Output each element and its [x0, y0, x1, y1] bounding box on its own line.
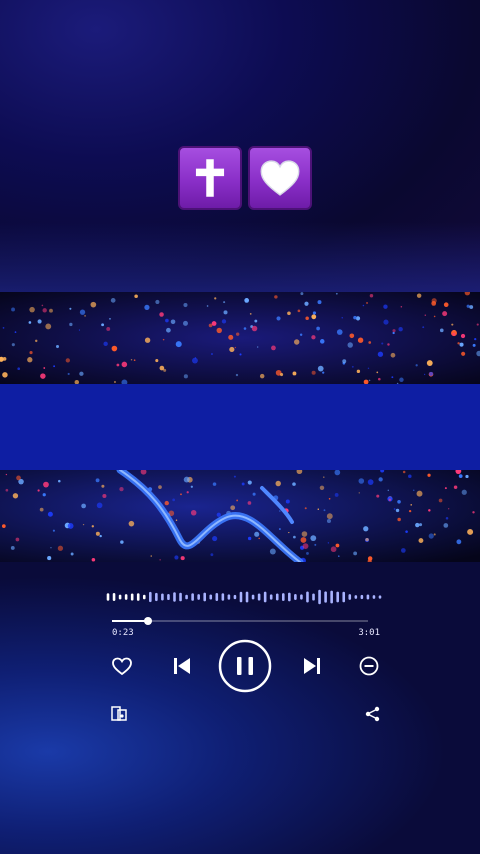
waveform-bar [348, 594, 352, 600]
waveform-bar [112, 593, 116, 601]
waveform-bar [155, 592, 158, 602]
waveform-bar [203, 592, 207, 602]
waveform-bar [245, 591, 249, 603]
waveform-bar [185, 594, 188, 600]
waveform-bar [106, 593, 110, 601]
waveform-bar [324, 591, 327, 603]
waveform-bar [124, 594, 128, 600]
waveform-bar [130, 593, 134, 601]
waveform-bar [378, 595, 382, 599]
seek-bar[interactable] [112, 617, 368, 625]
current-time: 0:23 [112, 628, 134, 638]
waveform-bar [366, 594, 370, 600]
waveform-bar [269, 594, 273, 600]
waveform-bar [221, 593, 225, 601]
waveform-bar [191, 593, 194, 601]
waveform-bar [372, 595, 376, 599]
heart-outline-icon[interactable] [110, 654, 134, 678]
waveform-bar [233, 594, 237, 600]
waveform-bar [215, 593, 219, 601]
waveform-bar [209, 594, 213, 600]
waveform-bar [342, 591, 346, 603]
waveform-bar [318, 589, 321, 605]
waveform-bar [167, 594, 170, 600]
share-icon[interactable] [364, 705, 382, 723]
waveform-bar [336, 591, 339, 603]
waveform-bar [306, 591, 309, 603]
waveform-bar [263, 591, 267, 603]
waveform-bar [281, 593, 285, 601]
waveform-bar [161, 593, 164, 601]
waveform-bar [288, 592, 291, 602]
pause-button[interactable] [217, 638, 273, 694]
waveform-bar [239, 591, 243, 603]
waveform-bar [354, 595, 358, 599]
waveform-bar [300, 594, 303, 600]
waveform-bar [294, 594, 297, 600]
waveform-bar [312, 593, 315, 601]
waveform-bar [360, 594, 364, 600]
waveform-bar [275, 593, 279, 601]
skip-previous-icon[interactable] [170, 654, 194, 678]
seek-bar-handle[interactable] [143, 617, 152, 625]
seek-bar-fill [112, 620, 148, 622]
total-time: 3:01 [358, 628, 380, 638]
minus-circle-icon[interactable] [357, 654, 381, 678]
waveform-bar [136, 593, 140, 601]
waveform-bar [179, 592, 182, 602]
waveform-bar [227, 594, 231, 600]
waveform-bar [257, 593, 261, 601]
waveform-bar [173, 592, 176, 602]
pause-icon [237, 657, 253, 675]
skip-next-icon[interactable] [300, 654, 324, 678]
waveform[interactable] [0, 0, 480, 854]
waveform-bar [197, 594, 200, 600]
waveform-bar [118, 594, 122, 600]
waveform-bar [149, 591, 152, 603]
waveform-bar [251, 594, 255, 600]
waveform-bar [142, 594, 146, 600]
pause-button-ring [218, 639, 272, 693]
connect-device-icon[interactable] [110, 705, 128, 723]
waveform-bar [330, 590, 333, 604]
